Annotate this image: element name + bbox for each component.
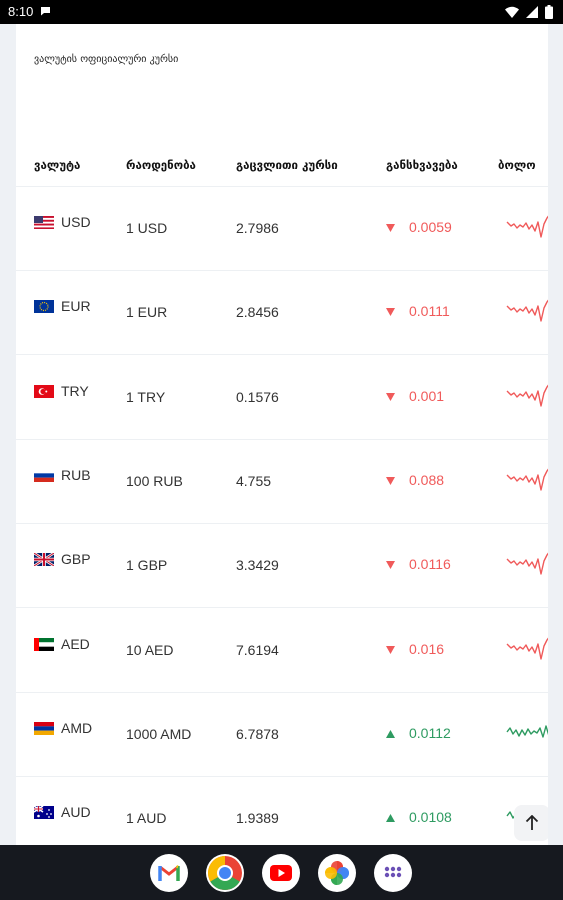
exchange-rate: 6.7878 <box>236 725 279 742</box>
sparkline-chart <box>506 299 548 322</box>
currency-amount: 10 AED <box>126 641 174 658</box>
currency-amount: 1 AUD <box>126 810 167 827</box>
rate-row-aed[interactable]: AED 10 AED 7.6194 0.016 <box>16 608 548 693</box>
currency-code: AMD <box>61 719 93 736</box>
rate-row-rub[interactable]: RUB 100 RUB 4.755 0.088 <box>16 439 548 524</box>
sparkline-chart <box>506 468 548 491</box>
currency-amount: 1 GBP <box>126 557 168 574</box>
currency-amount: 1 TRY <box>126 388 166 405</box>
rate-difference: 0.088 <box>409 471 445 488</box>
notification-icon <box>41 7 50 16</box>
status-time: 8:10 <box>8 4 34 19</box>
gmail-icon[interactable] <box>150 854 188 892</box>
currency-code: TRY <box>61 382 89 399</box>
rate-row-gbp[interactable]: GBP 1 GBP 3.3429 0.0116 <box>16 523 548 609</box>
exchange-rate: 2.7986 <box>236 220 279 236</box>
sparkline-chart <box>506 215 548 238</box>
photos-icon[interactable] <box>318 854 356 892</box>
column-header-amount: რაოდენობა <box>126 158 196 172</box>
ae-flag-icon <box>34 637 54 651</box>
wifi-icon <box>505 6 519 18</box>
currency-code: GBP <box>61 551 91 568</box>
sparkline-chart <box>506 725 548 738</box>
eu-flag-icon <box>34 300 54 314</box>
exchange-rates-card: ვალუტის ოფიციალური კურსი ვალუტა რაოდენობ… <box>16 24 548 845</box>
exchange-rate: 0.1576 <box>236 388 279 405</box>
rate-row-try[interactable]: TRY 1 TRY 0.1576 0.001 <box>16 355 548 440</box>
column-header-last: ბოლო <box>498 158 536 172</box>
us-flag-icon <box>34 216 54 229</box>
rate-row-amd[interactable]: AMD 1000 AMD 6.7878 0.0112 <box>16 692 548 777</box>
currency-code: RUB <box>61 466 91 483</box>
currency-code: EUR <box>61 298 91 315</box>
currency-code: AED <box>61 635 90 652</box>
currency-amount: 1000 AMD <box>126 725 192 742</box>
signal-icon <box>526 6 538 18</box>
column-header-difference: განსხვავება <box>386 158 458 172</box>
table-header: ვალუტა რაოდენობა გაცვლითი კურსი განსხვავ… <box>16 112 548 187</box>
ru-flag-icon <box>34 468 54 482</box>
triangle-up-icon <box>386 814 395 823</box>
exchange-rate: 3.3429 <box>236 557 279 574</box>
sparkline-chart <box>506 384 548 407</box>
rate-row-usd[interactable]: USD 1 USD 2.7986 0.0059 <box>16 186 548 271</box>
battery-icon <box>545 5 553 19</box>
rate-difference: 0.001 <box>409 387 445 404</box>
triangle-up-icon <box>386 729 395 738</box>
exchange-rate: 4.755 <box>236 472 272 489</box>
au-flag-icon <box>34 806 54 820</box>
triangle-down-icon <box>386 308 395 317</box>
triangle-down-icon <box>386 476 395 485</box>
exchange-rate: 7.6194 <box>236 641 279 658</box>
rate-difference: 0.0112 <box>409 724 451 741</box>
currency-code: AUD <box>61 804 91 821</box>
rate-difference: 0.016 <box>409 640 445 657</box>
currency-amount: 1 EUR <box>126 304 168 321</box>
rate-difference: 0.0108 <box>409 809 452 826</box>
page-title: ვალუტის ოფიციალური კურსი <box>34 54 179 65</box>
exchange-rate: 2.8456 <box>236 304 279 321</box>
column-header-rate: გაცვლითი კურსი <box>236 158 338 172</box>
triangle-down-icon <box>386 645 395 654</box>
scroll-to-top-button[interactable] <box>514 805 548 841</box>
currency-amount: 100 RUB <box>126 472 183 489</box>
youtube-icon[interactable] <box>262 854 300 892</box>
arrow-up-icon <box>525 815 539 830</box>
triangle-down-icon <box>386 561 395 570</box>
chrome-icon[interactable] <box>206 854 244 892</box>
triangle-down-icon <box>386 392 395 401</box>
am-flag-icon <box>34 721 54 735</box>
triangle-down-icon <box>386 224 395 232</box>
rate-row-aud[interactable]: AUD 1 AUD 1.9389 0.0108 <box>16 776 548 845</box>
app-drawer-icon[interactable] <box>374 854 412 892</box>
navigation-bar <box>0 845 563 900</box>
rate-difference: 0.0116 <box>409 556 451 573</box>
exchange-rate: 1.9389 <box>236 810 279 827</box>
tr-flag-icon <box>34 384 54 398</box>
rate-difference: 0.0111 <box>409 303 450 320</box>
sparkline-chart <box>506 552 548 575</box>
status-bar: 8:10 <box>0 0 563 24</box>
sparkline-chart <box>506 637 548 660</box>
currency-code: USD <box>61 214 91 230</box>
rate-row-eur[interactable]: EUR 1 EUR 2.8456 0.0111 <box>16 270 548 356</box>
column-header-currency: ვალუტა <box>34 158 81 172</box>
rate-difference: 0.0059 <box>409 219 452 235</box>
gb-flag-icon <box>34 553 54 567</box>
currency-amount: 1 USD <box>126 220 168 236</box>
